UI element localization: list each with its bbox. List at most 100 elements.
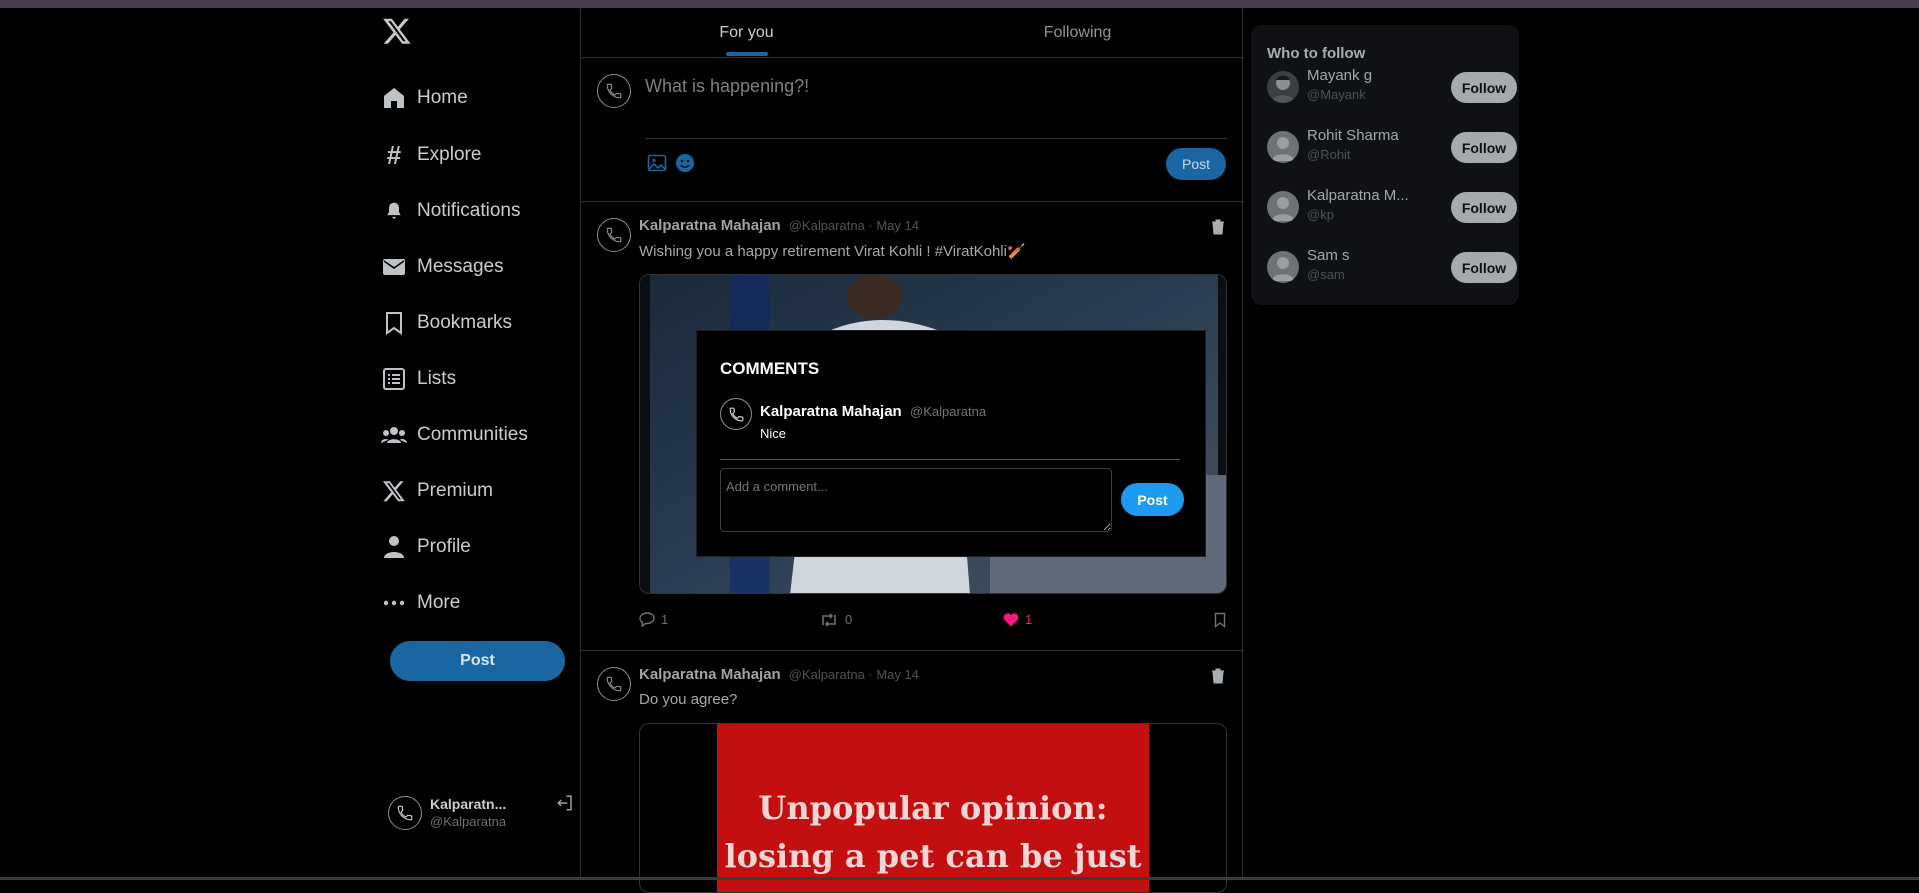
tab-for-you[interactable]: For you <box>581 8 912 58</box>
divider <box>645 138 1228 139</box>
people-icon <box>380 421 408 449</box>
suggestion-name: Kalparatna M... <box>1307 187 1409 204</box>
phone-icon <box>729 407 743 421</box>
divider <box>720 459 1180 460</box>
comment-text: Nice <box>760 426 787 441</box>
suggestion-name: Sam s <box>1307 247 1350 264</box>
sidebar-item-label: Messages <box>417 256 504 277</box>
panel-title: Who to follow <box>1267 45 1366 62</box>
avatar <box>720 398 752 430</box>
comments-modal: COMMENTS Kalparatna Mahajan @Kalparatna … <box>696 330 1206 557</box>
tab-following[interactable]: Following <box>912 8 1243 58</box>
window-top-bar <box>0 0 1919 8</box>
reply-count: 1 <box>661 612 669 627</box>
sidebar-item-lists[interactable]: Lists <box>380 357 456 401</box>
comment-input[interactable] <box>720 468 1112 532</box>
tweet-author-name[interactable]: Kalparatna Mahajan <box>639 217 781 234</box>
account-handle: @Kalparatna <box>430 814 507 829</box>
account-switcher[interactable]: Kalparatn... @Kalparatna <box>388 788 573 838</box>
like-button[interactable]: 1 <box>1003 612 1032 627</box>
sidebar-item-label: Explore <box>417 144 482 165</box>
home-icon <box>380 84 408 112</box>
bookmark-icon <box>1214 612 1226 628</box>
sidebar-item-messages[interactable]: Messages <box>380 245 504 289</box>
user-icon <box>380 533 408 561</box>
account-name: Kalparatn... <box>430 796 507 812</box>
hashtag-icon: # <box>386 139 402 170</box>
sidebar-item-notifications[interactable]: Notifications <box>380 189 521 233</box>
composer-input[interactable]: What is happening?! <box>645 76 809 97</box>
tweet-meta: @Kalparatna · May 14 <box>788 218 919 233</box>
phone-icon <box>606 676 622 692</box>
tweet-actions: 1 0 1 <box>639 612 1229 632</box>
active-tab-indicator <box>726 52 768 56</box>
sidebar-item-premium[interactable]: Premium <box>380 469 493 513</box>
comment-author-handle: @Kalparatna <box>910 404 987 419</box>
tweet-composer: What is happening?! Post <box>581 58 1244 202</box>
avatar <box>597 667 631 701</box>
x-logo-icon[interactable] <box>382 16 416 50</box>
bookmark-button[interactable] <box>1214 612 1226 628</box>
sidebar-item-label: Bookmarks <box>417 312 513 333</box>
sidebar-item-home[interactable]: Home <box>380 76 468 120</box>
suggestion-handle: @Rohit <box>1307 147 1351 162</box>
logout-icon[interactable] <box>556 794 574 817</box>
suggestion-name: Rohit Sharma <box>1307 127 1399 144</box>
sidebar-item-label: More <box>417 592 461 613</box>
phone-icon <box>397 805 413 821</box>
follow-button[interactable]: Follow <box>1451 132 1517 163</box>
image-icon[interactable] <box>647 153 667 178</box>
trash-icon[interactable] <box>1211 219 1225 240</box>
avatar <box>597 74 631 108</box>
sidebar-item-explore[interactable]: # Explore <box>380 133 482 177</box>
comment-icon <box>639 612 655 627</box>
bell-icon <box>380 197 408 225</box>
follow-suggestion[interactable]: Kalparatna M... @kp Follow <box>1267 185 1517 229</box>
tweet-author-name[interactable]: Kalparatna Mahajan <box>639 666 781 683</box>
modal-title: COMMENTS <box>720 359 820 378</box>
follow-button[interactable]: Follow <box>1451 192 1517 223</box>
trash-icon[interactable] <box>1211 668 1225 689</box>
suggestion-name: Mayank g <box>1307 67 1373 84</box>
follow-button[interactable]: Follow <box>1451 72 1517 103</box>
retweet-button[interactable]: 0 <box>819 612 852 627</box>
comment-post-button[interactable]: Post <box>1121 483 1184 516</box>
sidebar-item-label: Profile <box>417 536 471 557</box>
sidebar-item-more[interactable]: More <box>380 581 460 625</box>
sidebar-item-label: Communities <box>417 424 528 445</box>
avatar <box>1267 131 1299 163</box>
dots-icon <box>380 589 408 617</box>
emoji-icon[interactable] <box>675 153 695 178</box>
image-caption-line: Unpopular opinion: <box>758 789 1108 827</box>
sidebar-item-label: Notifications <box>417 200 521 221</box>
tweet-meta: @Kalparatna · May 14 <box>788 667 919 682</box>
suggestion-handle: @sam <box>1307 267 1345 282</box>
follow-suggestion[interactable]: Sam s @sam Follow <box>1267 245 1517 289</box>
sidebar-item-communities[interactable]: Communities <box>380 413 528 457</box>
sidebar-item-label: Home <box>417 87 468 108</box>
suggestion-handle: @kp <box>1307 207 1334 222</box>
tweet[interactable]: Kalparatna Mahajan @Kalparatna · May 14 … <box>581 651 1244 893</box>
follow-button[interactable]: Follow <box>1451 252 1517 283</box>
tweet-image[interactable]: Unpopular opinion: losing a pet can be j… <box>639 723 1227 893</box>
heart-icon <box>1003 612 1019 626</box>
like-count: 1 <box>1025 612 1033 627</box>
sidebar-item-label: Premium <box>417 480 494 501</box>
sidebar-item-profile[interactable]: Profile <box>380 525 471 569</box>
follow-suggestion[interactable]: Mayank g @Mayank Follow <box>1267 65 1517 109</box>
retweet-icon <box>822 612 836 627</box>
reply-button[interactable]: 1 <box>639 612 668 627</box>
image-caption-line: losing a pet can be just <box>724 837 1142 875</box>
image-caption: Unpopular opinion: losing a pet can be j… <box>717 784 1149 880</box>
bookmark-icon <box>380 309 408 337</box>
tweet-text: Do you agree? <box>639 691 738 708</box>
phone-icon <box>606 83 622 99</box>
sidebar-item-bookmarks[interactable]: Bookmarks <box>380 301 512 345</box>
suggestion-handle: @Mayank <box>1307 87 1366 102</box>
avatar <box>1267 191 1299 223</box>
follow-suggestion[interactable]: Rohit Sharma @Rohit Follow <box>1267 125 1517 169</box>
avatar <box>597 218 631 252</box>
who-to-follow-panel: Who to follow Mayank g @Mayank Follow Ro… <box>1251 25 1519 305</box>
composer-post-button[interactable]: Post <box>1166 148 1226 180</box>
sidebar-post-button[interactable]: Post <box>390 641 565 681</box>
